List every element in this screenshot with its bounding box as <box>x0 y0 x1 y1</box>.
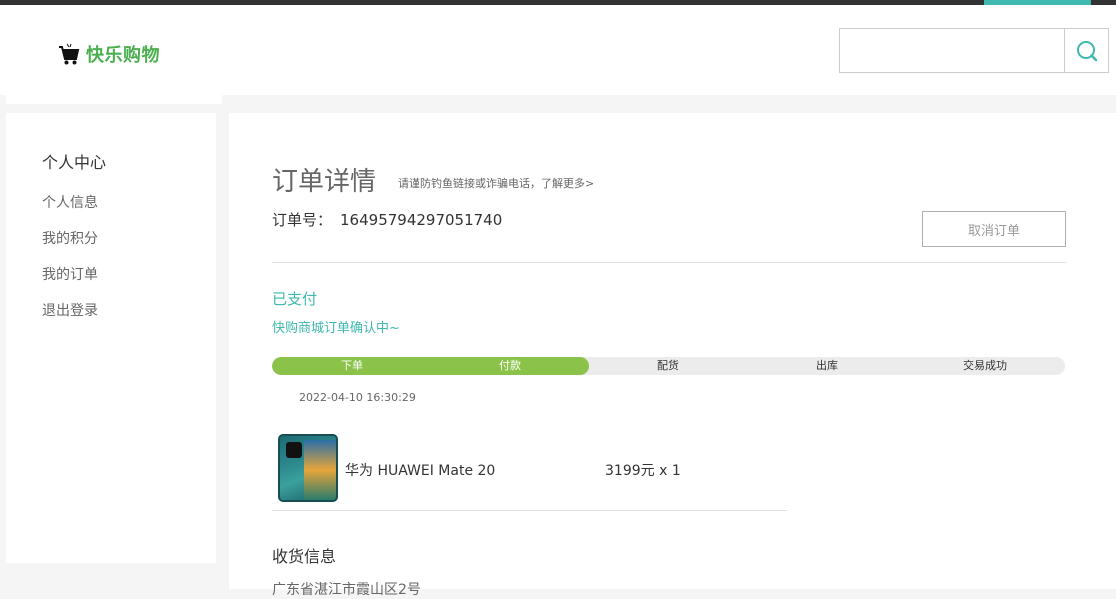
divider <box>272 262 1066 263</box>
cancel-order-button[interactable]: 取消订单 <box>922 211 1066 247</box>
shipping-title: 收货信息 <box>272 547 337 566</box>
order-number: 订单号： 16495794297051740 <box>272 209 502 230</box>
product-name[interactable]: 华为 HUAWEI Mate 20 <box>345 460 495 480</box>
shipping-address: 广东省湛江市霞山区2号 <box>272 582 421 598</box>
order-status-message: 快购商城订单确认中~ <box>272 321 400 336</box>
progress-step-outbound: 出库 <box>816 359 838 372</box>
header: 快乐购物 <box>0 5 1116 95</box>
progress-timestamp: 2022-04-10 16:30:29 <box>299 391 416 404</box>
phone-screen <box>304 440 336 500</box>
sidebar: 个人中心 个人信息 我的积分 我的订单 退出登录 <box>6 113 216 563</box>
logo-text: 快乐购物 <box>86 45 160 66</box>
sidebar-item-orders[interactable]: 我的订单 <box>42 265 98 301</box>
sidebar-title: 个人中心 <box>42 153 107 172</box>
sidebar-menu: 个人信息 我的积分 我的订单 退出登录 <box>42 193 98 337</box>
sidebar-item-points[interactable]: 我的积分 <box>42 229 98 265</box>
search-box <box>839 28 1109 73</box>
product-row: 华为 HUAWEI Mate 20 3199元 x 1 <box>272 428 787 511</box>
progress-step-order: 下单 <box>341 359 363 372</box>
page-title: 订单详情 <box>272 167 377 197</box>
product-price: 3199元 x 1 <box>605 463 681 479</box>
order-number-label: 订单号： <box>272 211 333 229</box>
order-number-value: 16495794297051740 <box>340 211 503 229</box>
search-input[interactable] <box>839 28 1064 73</box>
phone-camera <box>286 442 302 458</box>
order-progress-bar: 下单 付款 配货 出库 交易成功 <box>272 357 1065 375</box>
shopping-cart-icon <box>59 43 80 65</box>
search-icon <box>1076 40 1097 61</box>
order-detail-panel: 订单详情 请谨防钓鱼链接或诈骗电话，了解更多> 订单号： 164957942970… <box>229 113 1116 598</box>
product-image[interactable] <box>278 434 338 502</box>
sidebar-item-profile[interactable]: 个人信息 <box>42 193 98 229</box>
anti-phishing-link[interactable]: 请谨防钓鱼链接或诈骗电话，了解更多> <box>398 175 594 191</box>
progress-step-payment: 付款 <box>499 359 521 372</box>
search-button[interactable] <box>1064 28 1109 73</box>
logo[interactable]: 快乐购物 <box>58 41 160 67</box>
progress-step-complete: 交易成功 <box>963 359 1007 372</box>
sidebar-item-logout[interactable]: 退出登录 <box>42 301 98 337</box>
progress-step-picking: 配货 <box>657 359 679 372</box>
sidebar-strip <box>6 95 222 104</box>
order-status: 已支付 <box>272 290 318 308</box>
